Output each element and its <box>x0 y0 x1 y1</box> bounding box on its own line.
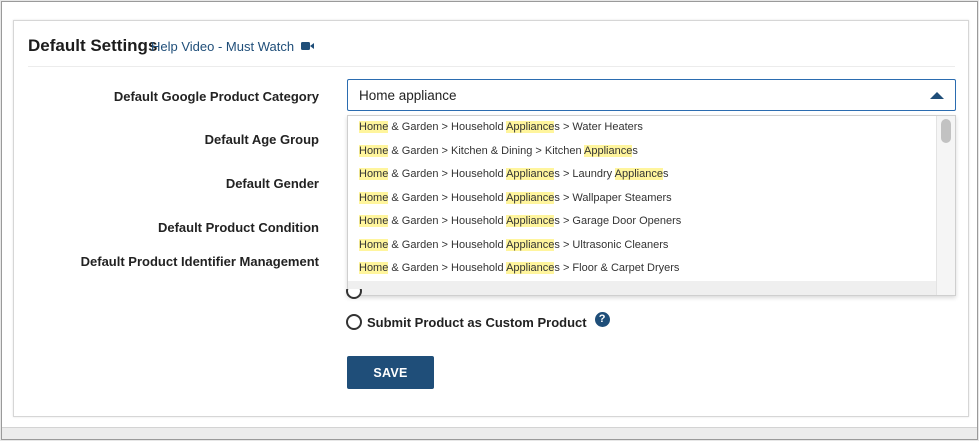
option-highlight: Home <box>359 262 389 274</box>
condition-label: Default Product Condition <box>157 220 319 235</box>
video-camera-icon <box>300 39 314 54</box>
category-dropdown[interactable]: Home & Garden > Household Appliances > W… <box>347 115 956 296</box>
dropdown-option[interactable]: Home & Garden > Household Appliances > W… <box>348 187 938 211</box>
title-divider <box>28 66 955 67</box>
option-highlight: Appliance <box>506 238 555 251</box>
option-text: & Garden > Kitchen & Dining > Kitchen <box>388 144 585 157</box>
option-highlight: Appliance <box>506 215 555 227</box>
option-text: s <box>632 144 638 157</box>
option-highlight: Appliance <box>506 191 555 204</box>
option-text: s > Floor & Carpet Dryers <box>554 262 680 274</box>
option-text: s > Wallpaper Steamers <box>554 191 672 204</box>
identifier-radio-partial[interactable] <box>346 289 362 299</box>
option-text: & Garden > Household <box>388 191 507 204</box>
age-group-label: Default Age Group <box>204 132 319 147</box>
option-text: & Garden > Household <box>388 262 507 274</box>
help-icon[interactable]: ? <box>594 311 610 327</box>
option-highlight: Home <box>359 121 389 133</box>
bottom-strip <box>2 427 977 439</box>
google-category-select[interactable]: Home appliance <box>347 79 956 111</box>
save-button[interactable]: SAVE <box>347 356 434 389</box>
option-highlight: Appliance <box>584 144 633 157</box>
option-text: s > Water Heaters <box>554 121 643 133</box>
dropdown-scrollbar[interactable] <box>936 116 955 295</box>
option-text: & Garden > Household <box>388 215 507 227</box>
google-category-label: Default Google Product Category <box>113 89 319 104</box>
option-text: & Garden > Household <box>388 238 507 251</box>
option-text: s > Ultrasonic Cleaners <box>554 238 669 251</box>
help-video-link[interactable]: Help Video - Must Watch <box>151 39 314 55</box>
option-text: s > Garage Door Openers <box>554 215 682 227</box>
option-text: & Garden > Household <box>388 121 507 133</box>
option-highlight: Appliance <box>506 262 555 274</box>
option-text: s <box>662 168 669 180</box>
option-highlight: Home <box>359 144 389 157</box>
option-text: & Garden > Household <box>388 168 507 180</box>
gender-label: Default Gender <box>225 176 319 191</box>
caret-up-icon[interactable] <box>930 92 944 99</box>
option-highlight: Home <box>359 215 389 227</box>
dropdown-option[interactable]: Home & Garden > Kitchen & Dining > Kitch… <box>348 140 938 164</box>
dropdown-option[interactable]: Home & Garden > Household Appliances > W… <box>348 116 938 140</box>
dropdown-option[interactable]: Home & Garden > Household Appliances > G… <box>348 210 938 234</box>
option-highlight: Home <box>359 168 389 180</box>
scrollbar-thumb[interactable] <box>941 119 951 143</box>
radio-icon[interactable] <box>346 289 362 299</box>
google-category-value: Home appliance <box>359 88 457 103</box>
option-highlight: Home <box>359 238 389 251</box>
dropdown-option[interactable]: Home & Garden > Household Appliances > L… <box>348 163 938 187</box>
option-highlight: Appliance <box>506 168 555 180</box>
help-video-label: Help Video - Must Watch <box>151 39 295 54</box>
identifier-label: Default Product Identifier Management <box>80 254 319 269</box>
dropdown-option[interactable]: Home & Garden > Household Appliances > U… <box>348 234 938 258</box>
option-highlight: Appliance <box>506 121 555 133</box>
page-title: Default Settings <box>28 36 158 55</box>
option-highlight: Appliance <box>614 168 663 180</box>
dropdown-option-partial[interactable] <box>348 280 938 295</box>
dropdown-option[interactable]: Home & Garden > Household Appliances > F… <box>348 257 938 281</box>
custom-product-option[interactable]: Submit Product as Custom Product ? <box>346 311 610 331</box>
custom-product-label: Submit Product as Custom Product <box>367 314 587 330</box>
option-highlight: Home <box>359 191 389 204</box>
option-text: s > Laundry <box>554 168 615 180</box>
custom-product-radio[interactable] <box>346 314 362 330</box>
dropdown-list: Home & Garden > Household Appliances > W… <box>348 116 938 295</box>
